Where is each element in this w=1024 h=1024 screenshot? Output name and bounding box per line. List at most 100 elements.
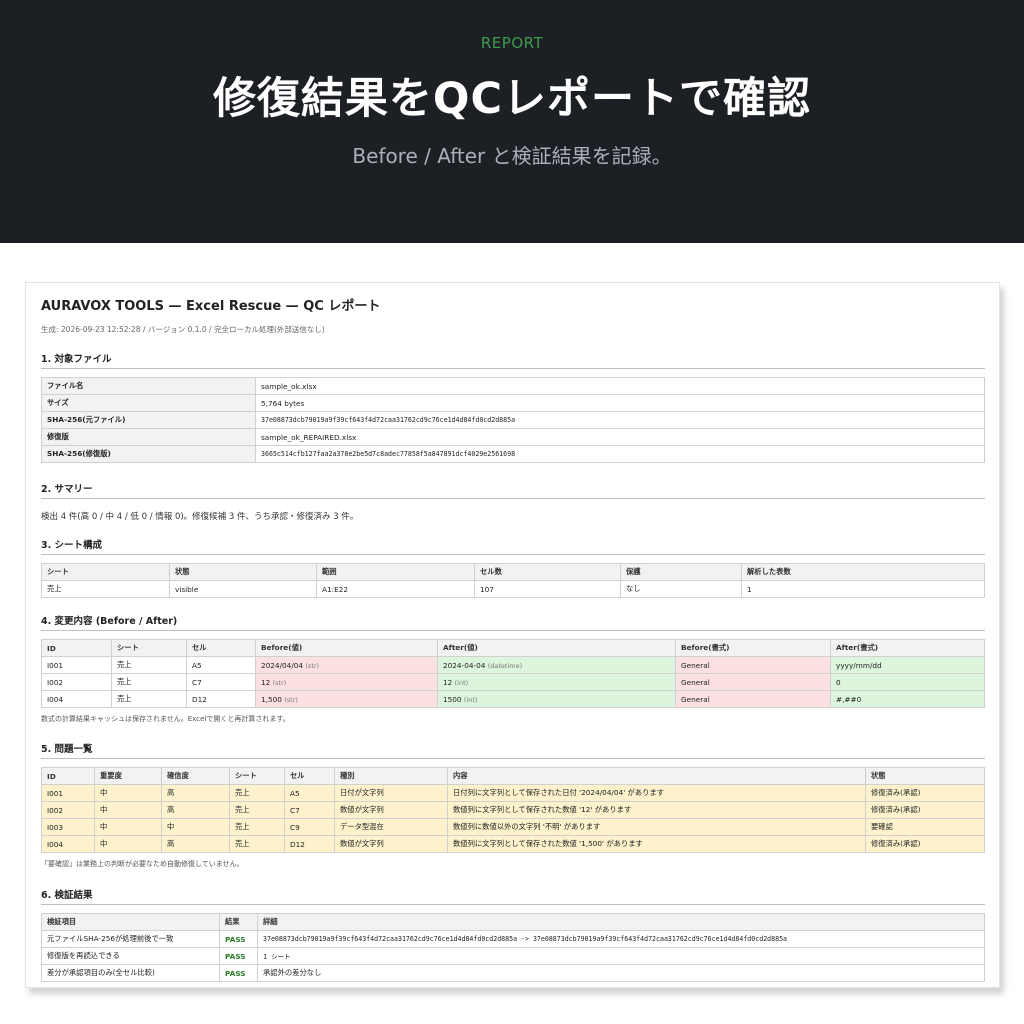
table-cell: C7 <box>186 673 256 691</box>
column-header: After(値) <box>437 639 676 657</box>
table-cell: 中 <box>94 784 162 802</box>
column-header: 結果 <box>219 913 258 931</box>
table-cell: 高 <box>161 801 230 819</box>
table-cell: 売上 <box>229 784 285 802</box>
after-value: 1500 <box>443 694 462 704</box>
table-cell: I002 <box>41 673 112 691</box>
table-cell: データ型混在 <box>334 818 448 836</box>
column-header: 検証項目 <box>41 913 220 931</box>
section-heading: 5. 問題一覧 <box>41 741 985 759</box>
table-cell: 承認外の差分なし <box>257 964 985 982</box>
column-header: 範囲 <box>316 563 475 581</box>
column-header: 詳細 <box>257 913 985 931</box>
table-cell: A5 <box>284 784 335 802</box>
table-row: SHA-256(修復版) 3665c514cfb127faa2a378e2be5… <box>41 445 985 463</box>
column-header: Before(値) <box>255 639 438 657</box>
column-header: セル <box>186 639 256 657</box>
table-key: サイズ <box>41 394 256 412</box>
table-cell: 数値列に数値以外の文字列 '不明' があります <box>447 818 866 836</box>
section-target-file: 1. 対象ファイル ファイル名 sample_ok.xlsx サイズ 5,764… <box>41 351 985 463</box>
table-row: 差分が承認項目のみ(全セル比較) PASS 承認外の差分なし <box>41 964 985 982</box>
table-cell: 数値列に文字列として保存された数値 '1,500' があります <box>447 835 866 853</box>
table-row: I003 中 中 売上 C9 データ型混在 数値列に数値以外の文字列 '不明' … <box>41 818 985 836</box>
table-cell: 高 <box>161 835 230 853</box>
value-type: (str) <box>305 661 320 670</box>
issues-table: ID 重要度 確信度 シート セル 種別 内容 状態 I001 中 高 売上 A… <box>41 767 985 853</box>
issues-note: 「要確認」は業務上の判断が必要なため自動修復していません。 <box>41 860 244 868</box>
column-header: Before(書式) <box>675 639 831 657</box>
report-meta: 生成: 2026-09-23 12:52:28 / バージョン 0.1.0 / … <box>41 325 325 334</box>
after-value-cell: 12 (int) <box>437 673 676 691</box>
summary-text: 検出 4 件(高 0 / 中 4 / 低 0 / 情報 0)。修復候補 3 件、… <box>41 512 359 522</box>
before-value: 2024/04/04 <box>261 660 304 670</box>
value-type: (int) <box>454 678 469 687</box>
section-heading: 3. シート構成 <box>41 537 985 555</box>
table-row: I001 中 高 売上 A5 日付が文字列 日付列に文字列として保存された日付 … <box>41 784 985 802</box>
table-row: I002 売上 C7 12 (str) 12 (int) General 0 <box>41 673 985 691</box>
table-cell: C7 <box>284 801 335 819</box>
table-value: 5,764 bytes <box>255 394 985 412</box>
column-header: 重要度 <box>94 767 162 785</box>
table-header-row: ID シート セル Before(値) After(値) Before(書式) … <box>41 639 985 657</box>
table-cell: D12 <box>186 690 256 708</box>
section-heading: 6. 検証結果 <box>41 887 985 905</box>
table-cell: 数値が文字列 <box>334 801 448 819</box>
table-cell: 中 <box>94 801 162 819</box>
section-summary: 2. サマリー 検出 4 件(高 0 / 中 4 / 低 0 / 情報 0)。修… <box>41 481 985 522</box>
table-cell: I004 <box>41 690 112 708</box>
section-verification: 6. 検証結果 検証項目 結果 詳細 元ファイルSHA-256が処理前後で一致 … <box>41 887 985 982</box>
table-cell: 売上 <box>111 656 187 674</box>
table-cell: I003 <box>41 818 95 836</box>
section-changes: 4. 変更内容 (Before / After) ID シート セル Befor… <box>41 613 985 724</box>
column-header: After(書式) <box>830 639 985 657</box>
table-cell: 修復版を再読込できる <box>41 947 220 965</box>
table-cell: 高 <box>161 784 230 802</box>
table-row: サイズ 5,764 bytes <box>41 394 985 412</box>
value-type: (int) <box>463 695 478 704</box>
column-header: セル数 <box>474 563 621 581</box>
column-header: 内容 <box>447 767 866 785</box>
before-value-cell: 2024/04/04 (str) <box>255 656 438 674</box>
after-value: 12 <box>443 677 453 687</box>
table-key: 修復版 <box>41 428 256 446</box>
table-cell: 日付列に文字列として保存された日付 '2024/04/04' があります <box>447 784 866 802</box>
value-type: (str) <box>272 678 287 687</box>
table-row: 元ファイルSHA-256が処理前後で一致 PASS 37e08873dcb790… <box>41 930 985 948</box>
table-cell: 107 <box>474 580 621 598</box>
table-row: SHA-256(元ファイル) 37e08873dcb79019a9f39cf64… <box>41 411 985 429</box>
before-value: 1,500 <box>261 694 282 704</box>
table-cell: 1 シート <box>257 947 985 965</box>
table-cell: 売上 <box>111 690 187 708</box>
table-header-row: 検証項目 結果 詳細 <box>41 913 985 931</box>
table-key: ファイル名 <box>41 377 256 395</box>
hero-title: 修復結果をQCレポートで確認 <box>212 74 812 124</box>
table-row: 修復版 sample_ok_REPAIRED.xlsx <box>41 428 985 446</box>
column-header: 確信度 <box>161 767 230 785</box>
column-header: 状態 <box>865 767 985 785</box>
before-format-cell: General <box>675 656 831 674</box>
table-cell: 中 <box>161 818 230 836</box>
table-row: 修復版を再読込できる PASS 1 シート <box>41 947 985 965</box>
sheet-table: シート 状態 範囲 セル数 保護 解析した表数 売上 visible A1:E2… <box>41 563 985 598</box>
table-cell: 中 <box>94 818 162 836</box>
column-header: シート <box>111 639 187 657</box>
status-cell: 要確認 <box>865 818 985 836</box>
table-cell: 売上 <box>229 818 285 836</box>
pass-badge: PASS <box>219 947 258 965</box>
status-cell: 修復済み(承認) <box>865 801 985 819</box>
table-cell: 売上 <box>111 673 187 691</box>
column-header: 保護 <box>620 563 742 581</box>
table-cell: C9 <box>284 818 335 836</box>
table-cell: I004 <box>41 835 95 853</box>
column-header: 解析した表数 <box>741 563 985 581</box>
value-type: (str) <box>284 695 298 704</box>
table-cell: visible <box>169 580 317 598</box>
verification-table: 検証項目 結果 詳細 元ファイルSHA-256が処理前後で一致 PASS 37e… <box>41 913 985 982</box>
value-type: (datetime) <box>487 661 523 670</box>
table-cell: 37e08873dcb79019a9f39cf643f4d72caa31762c… <box>257 930 985 948</box>
hero-subtitle: Before / After と検証結果を記録。 <box>352 144 672 168</box>
before-value-cell: 1,500 (str) <box>255 690 438 708</box>
table-key: SHA-256(修復版) <box>41 445 256 463</box>
table-cell: 元ファイルSHA-256が処理前後で一致 <box>41 930 220 948</box>
table-value: 37e08873dcb79019a9f39cf643f4d72caa31762c… <box>255 411 985 429</box>
